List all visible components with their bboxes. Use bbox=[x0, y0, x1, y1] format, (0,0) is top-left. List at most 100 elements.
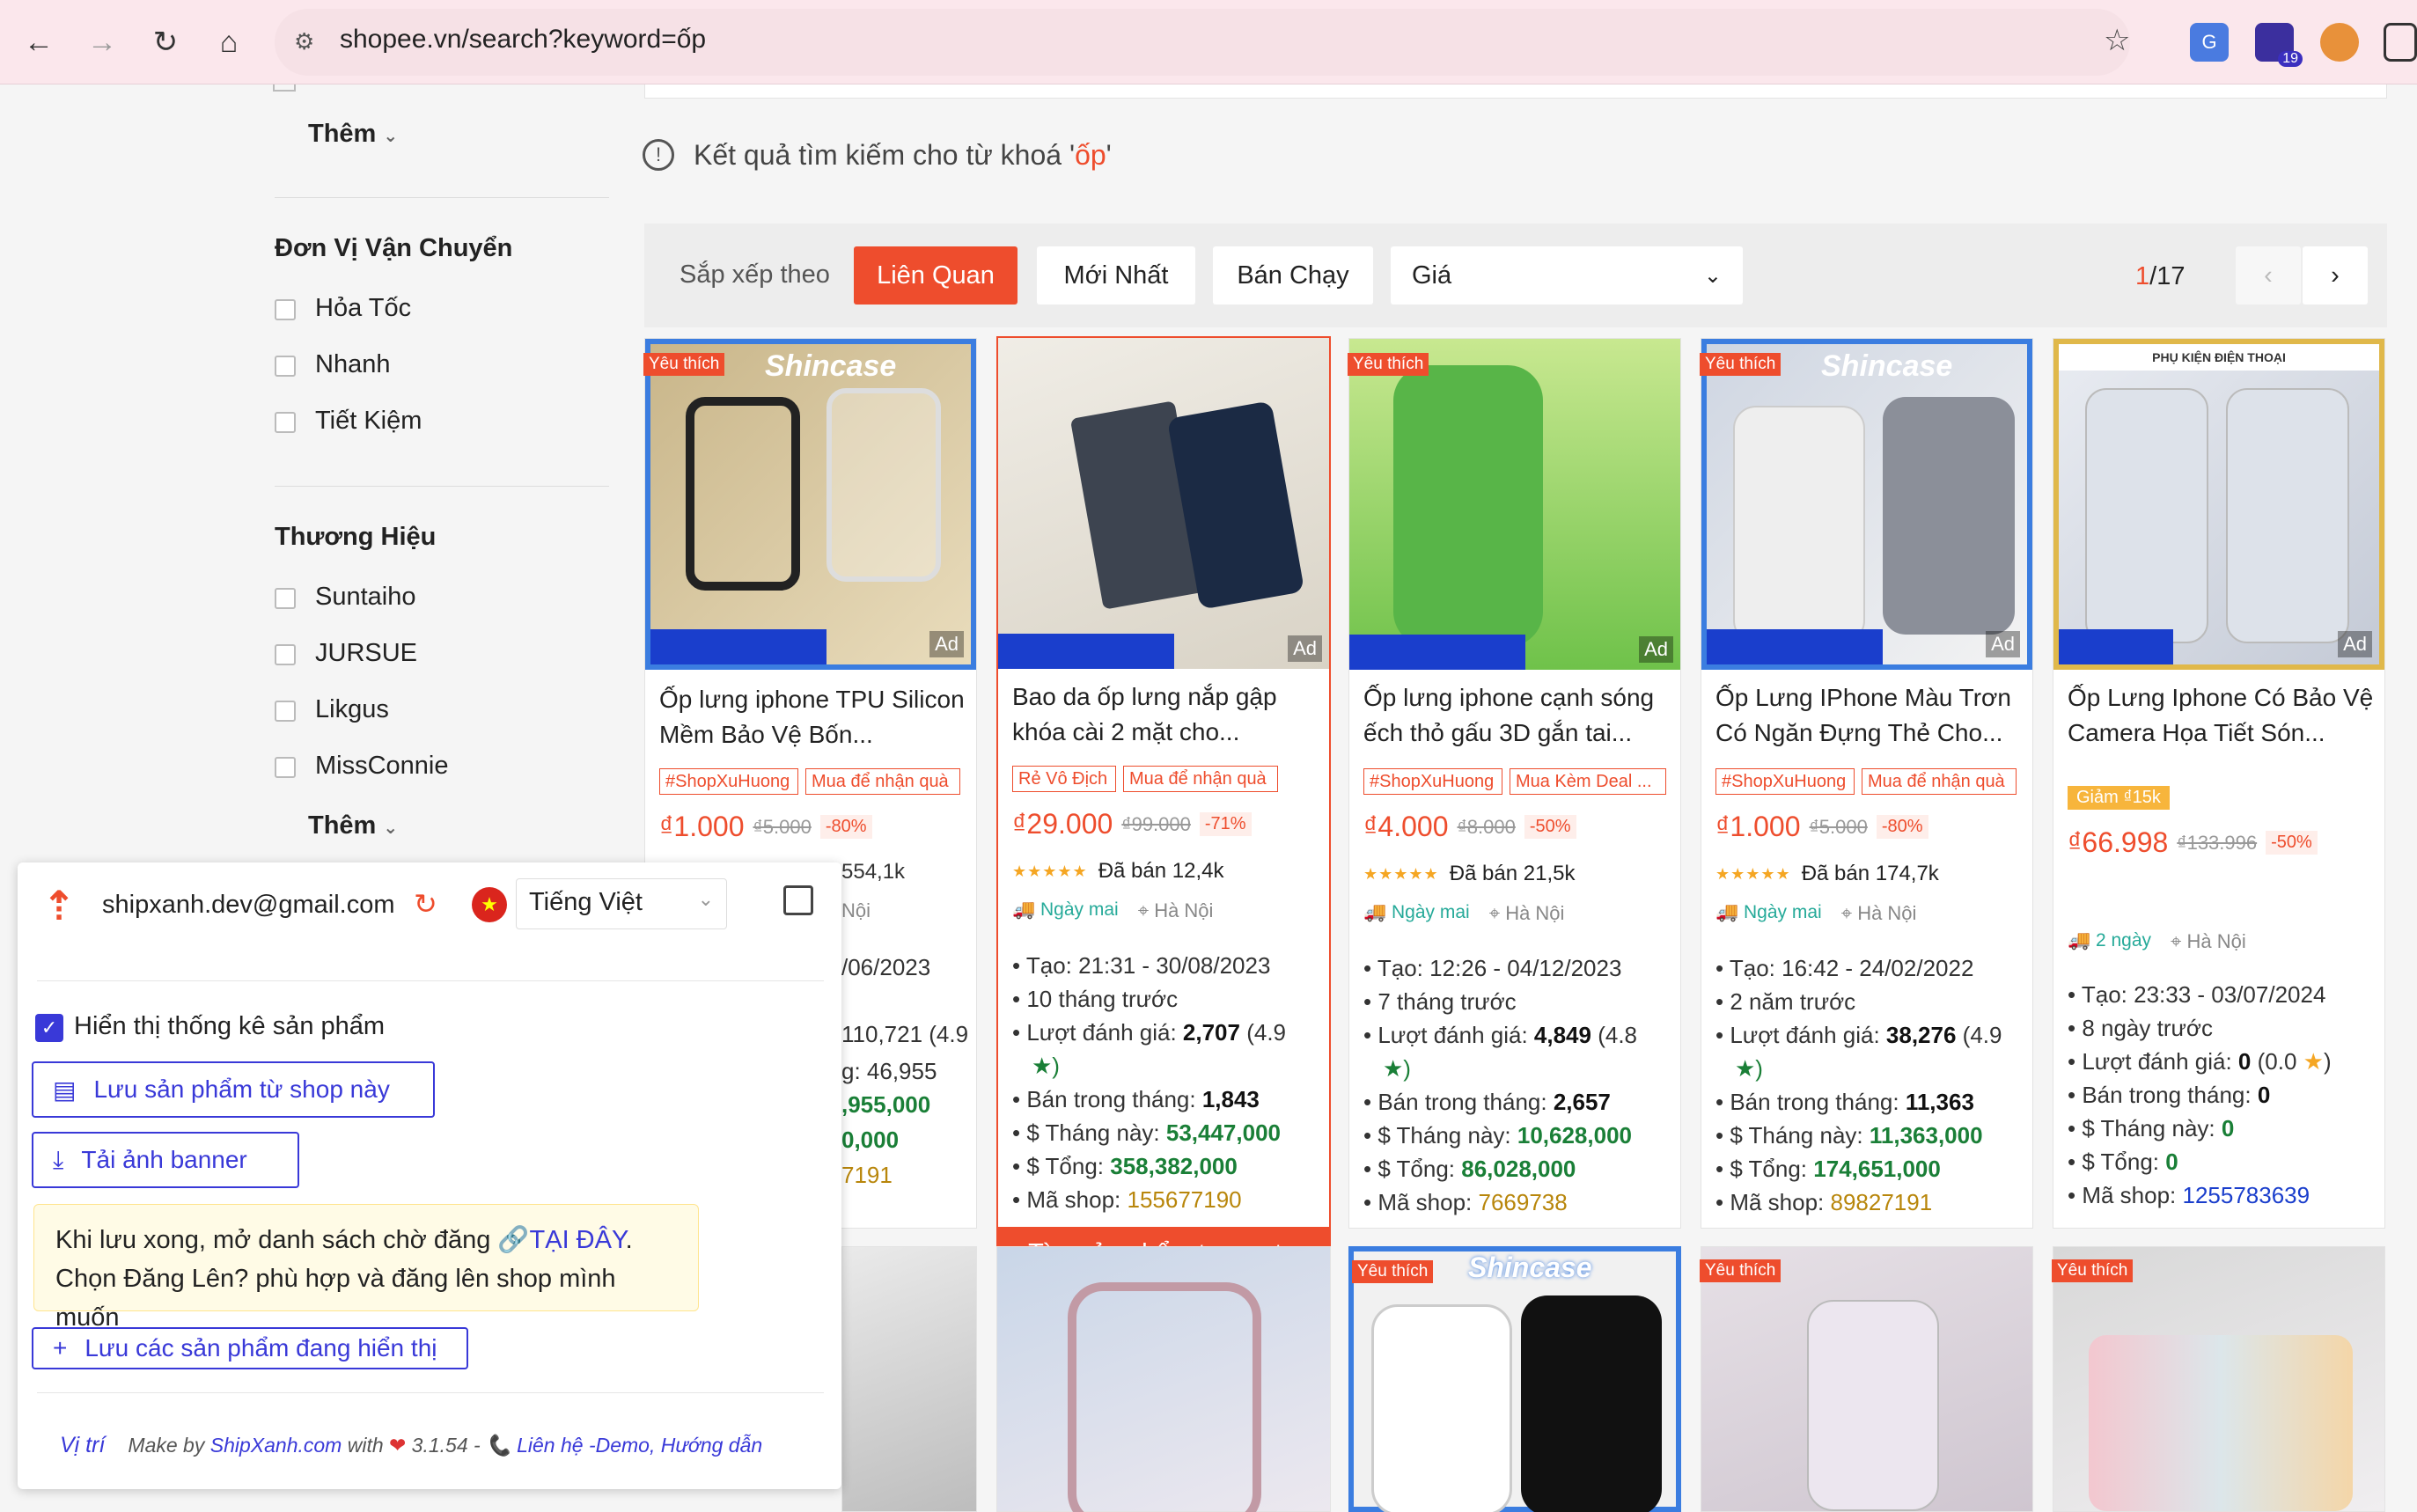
product-card[interactable]: Yêu thích Shincase bbox=[1348, 1246, 1681, 1512]
checkbox-jursue[interactable] bbox=[275, 644, 296, 665]
sold-count: Đã bán 174,7k bbox=[1801, 862, 1939, 885]
product-card[interactable]: Yêu thích bbox=[1700, 1246, 2033, 1512]
open-list-link[interactable]: TẠI ĐÂY bbox=[530, 1226, 626, 1254]
favorite-tag: Yêu thích bbox=[1700, 353, 1782, 376]
star-icon: ★) bbox=[1032, 1053, 1060, 1079]
promo-strip bbox=[998, 634, 1174, 669]
stat-shop-id: • Mã shop: 89827191 bbox=[1715, 1189, 1933, 1215]
ship-row: 🚚 2 ngày ⌖ Hà Nội bbox=[2068, 930, 2246, 953]
product-old-price: ₫133.996 bbox=[2177, 831, 2258, 854]
download-banner-button[interactable]: ⤓ Tải ảnh banner bbox=[32, 1132, 299, 1188]
sold-row: ★★★★★ Đã bán 21,5k bbox=[1363, 862, 1575, 886]
panel-footer: Vị trí Make by ShipXanh.com with ❤ 3.1.5… bbox=[60, 1433, 763, 1458]
delivery-truck-icon: 🚚 Ngày mai bbox=[1012, 899, 1119, 920]
brand-option: Suntaiho bbox=[315, 583, 416, 611]
brand-option: Likgus bbox=[315, 695, 389, 723]
burger-extension-icon[interactable] bbox=[2320, 23, 2359, 62]
panel-divider bbox=[37, 980, 824, 981]
product-card[interactable] bbox=[996, 1246, 1331, 1512]
product-image: Shincase Ad bbox=[645, 339, 976, 670]
stat-total: • $ Tổng: 86,028,000 bbox=[1363, 1156, 1576, 1182]
product-card[interactable]: Ad Yêu thích Ốp lưng iphone cạnh sóng ếc… bbox=[1348, 338, 1681, 1229]
checkbox-tiet-kiem[interactable] bbox=[275, 412, 296, 433]
checkbox-likgus[interactable] bbox=[275, 701, 296, 722]
phone-case-shape bbox=[1521, 1295, 1662, 1512]
star-icon: ★) bbox=[1735, 1055, 1763, 1082]
sort-label: Sắp xếp theo bbox=[680, 261, 830, 289]
product-title: Bao da ốp lưng nắp gập khóa cài 2 mặt ch… bbox=[1012, 683, 1277, 745]
product-badge: Mua để nhận quà bbox=[1123, 766, 1278, 792]
extension-icon[interactable]: 19 bbox=[2255, 23, 2303, 67]
bookmark-star-icon[interactable]: ☆ bbox=[2104, 23, 2130, 58]
prev-page-button[interactable]: ‹ bbox=[2236, 246, 2301, 305]
checkbox-suntaiho[interactable] bbox=[275, 588, 296, 609]
product-badge: Mua để nhận quà bbox=[805, 768, 960, 795]
translate-extension-icon[interactable]: G bbox=[2190, 23, 2229, 62]
product-image: PHỤ KIỆN ĐIỆN THOẠI Ad bbox=[2053, 339, 2384, 670]
price-select-label: Giá bbox=[1412, 261, 1452, 290]
sidebar-more-bottom[interactable]: Thêm ⌄ bbox=[308, 811, 398, 840]
show-stats-checkbox[interactable]: ✓ bbox=[35, 1014, 63, 1042]
ad-label: Ad bbox=[1639, 636, 1673, 663]
logout-icon[interactable]: ↻ bbox=[414, 887, 437, 921]
plus-icon: + bbox=[53, 1334, 68, 1362]
brand-filter-title: Thương Hiệu bbox=[275, 523, 437, 551]
forward-icon[interactable]: → bbox=[83, 23, 121, 62]
sort-bestselling-button[interactable]: Bán Chạy bbox=[1213, 246, 1373, 305]
sort-newest-button[interactable]: Mới Nhất bbox=[1037, 246, 1195, 305]
open-external-icon[interactable] bbox=[783, 885, 813, 915]
stat-created: • Tạo: 12:26 - 04/12/2023 bbox=[1363, 955, 1622, 981]
product-card[interactable]: Shincase Ad Yêu thích Ốp Lưng IPhone Màu… bbox=[1700, 338, 2033, 1229]
checkbox-hoa-toc[interactable] bbox=[275, 299, 296, 320]
save-shop-button[interactable]: ▤ Lưu sản phẩm từ shop này bbox=[32, 1061, 435, 1118]
stat-total: • $ Tổng: 174,651,000 bbox=[1715, 1156, 1941, 1182]
product-card[interactable]: Ad Bao da ốp lưng nắp gập khóa cài 2 mặt… bbox=[996, 336, 1331, 1280]
ship-row: 🚚 Ngày mai ⌖ Hà Nội bbox=[1012, 899, 1213, 922]
checkbox-partial[interactable] bbox=[273, 84, 296, 92]
phone-case-shape bbox=[826, 388, 941, 582]
partial-total: 0,000 bbox=[841, 1127, 900, 1153]
reload-icon[interactable]: ↻ bbox=[146, 23, 185, 62]
product-title: Ốp lưng iphone TPU Silicon Mềm Bảo Vệ Bố… bbox=[659, 686, 965, 748]
ad-label: Ad bbox=[929, 631, 964, 657]
next-page-button[interactable]: › bbox=[2303, 246, 2368, 305]
site-info-icon[interactable]: ⚙ bbox=[294, 28, 314, 55]
save-visible-button[interactable]: + Lưu các sản phẩm đang hiển thị bbox=[32, 1327, 468, 1369]
product-badge: #ShopXuHuong bbox=[1715, 768, 1855, 795]
product-card[interactable] bbox=[841, 1246, 977, 1512]
sort-price-select[interactable]: Giá ⌄ bbox=[1391, 246, 1743, 305]
header-remnant bbox=[644, 84, 2387, 99]
checkbox-missconnie[interactable] bbox=[275, 757, 296, 778]
phone-case-shape bbox=[2085, 388, 2208, 643]
language-select[interactable]: Tiếng Việt ⌄ bbox=[516, 878, 727, 929]
panel-divider bbox=[37, 1392, 824, 1393]
delivery-truck-icon: 🚚 Ngày mai bbox=[1363, 902, 1470, 922]
product-card[interactable]: PHỤ KIỆN ĐIỆN THOẠI Ad Ốp Lưng Iphone Có… bbox=[2053, 338, 2385, 1229]
sold-count: Đã bán 12,4k bbox=[1098, 859, 1224, 883]
back-icon[interactable]: ← bbox=[19, 23, 58, 62]
shop-banner: PHỤ KIỆN ĐIỆN THOẠI bbox=[2059, 344, 2379, 371]
favorite-tag: Yêu thích bbox=[1352, 1260, 1434, 1283]
contact-link[interactable]: Liên hệ -Demo, Hướng dẫn bbox=[517, 1434, 762, 1457]
stats-list: • Tạo: 12:26 - 04/12/2023 • 7 tháng trướ… bbox=[1363, 951, 1637, 1219]
stat-monthly-sold: • Bán trong tháng: 2,657 bbox=[1363, 1089, 1611, 1115]
puzzle-extension-icon[interactable] bbox=[2384, 23, 2417, 62]
frog-case-shape bbox=[1393, 365, 1543, 647]
product-title: Ốp lưng iphone cạnh sóng ếch thỏ gấu 3D … bbox=[1363, 684, 1655, 746]
partial-monthly: g: 46,955 bbox=[841, 1058, 937, 1084]
phone-case-shape bbox=[1733, 406, 1865, 643]
position-link[interactable]: Vị trí bbox=[60, 1433, 105, 1458]
checkbox-nhanh[interactable] bbox=[275, 356, 296, 377]
brand-overlay: Shincase bbox=[1821, 349, 1953, 383]
stat-ago: • 8 ngày trước bbox=[2068, 1015, 2213, 1041]
star-icon: ★) bbox=[1383, 1055, 1411, 1082]
sidebar-more-top[interactable]: Thêm ⌄ bbox=[308, 120, 398, 149]
product-discount: -80% bbox=[819, 815, 872, 839]
shipxanh-link[interactable]: ShipXanh.com bbox=[210, 1434, 342, 1457]
product-card[interactable]: Yêu thích bbox=[2052, 1246, 2385, 1512]
location-pin-icon: ⌖ Hà Nội bbox=[1840, 902, 1917, 924]
sort-relevance-button[interactable]: Liên Quan bbox=[854, 246, 1017, 305]
sort-bar: Sắp xếp theo Liên Quan Mới Nhất Bán Chạy… bbox=[644, 224, 2387, 327]
home-icon[interactable]: ⌂ bbox=[209, 23, 248, 62]
product-image: Ad bbox=[998, 338, 1329, 669]
